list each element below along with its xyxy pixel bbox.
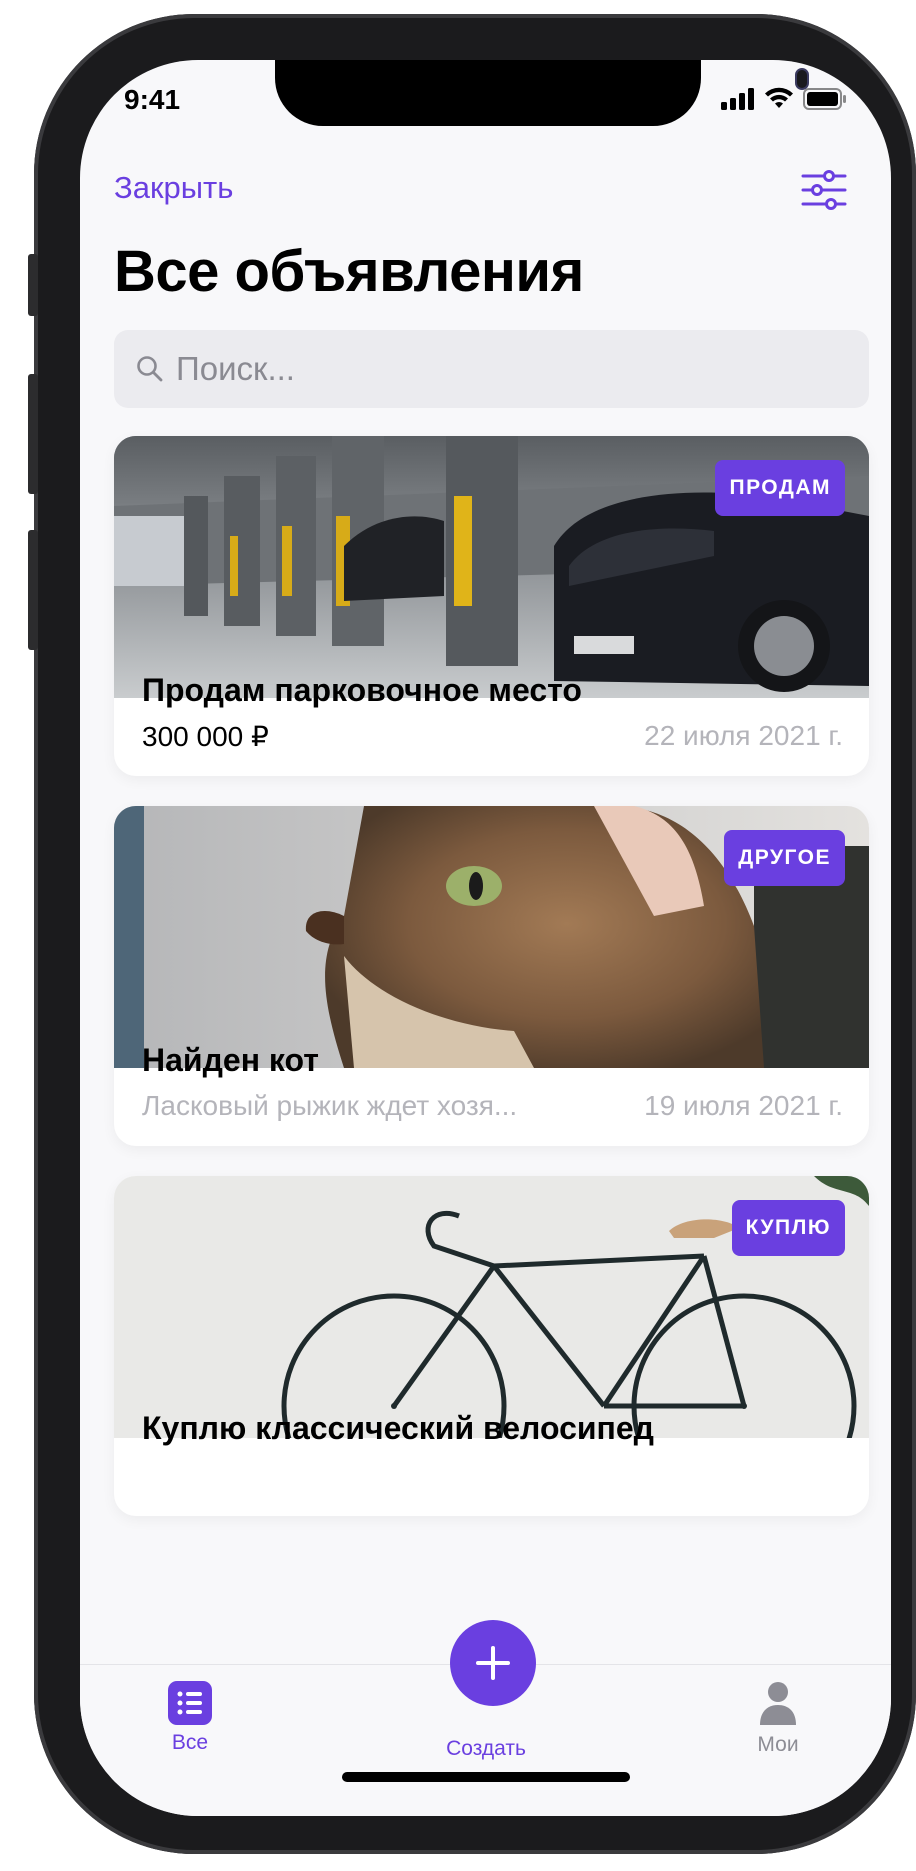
tab-all[interactable]: Все bbox=[120, 1681, 260, 1755]
listing-card[interactable]: ДРУГОЕ Найден кот Ласковый рыжик ждет хо… bbox=[114, 806, 869, 1146]
silent-switch bbox=[28, 254, 38, 316]
tab-label: Все bbox=[171, 1731, 209, 1754]
category-badge: КУПЛЮ bbox=[731, 1200, 845, 1256]
close-button[interactable]: Закрыть bbox=[114, 170, 233, 206]
status-time: 9:41 bbox=[124, 84, 181, 115]
search-placeholder: Поиск... bbox=[176, 350, 295, 387]
create-button[interactable] bbox=[450, 1620, 536, 1706]
person-icon bbox=[760, 1682, 796, 1725]
wifi-icon bbox=[765, 87, 793, 108]
filter-sliders-icon bbox=[801, 170, 847, 210]
listing-description: Ласковый рыжик ждет хозя... bbox=[142, 1090, 518, 1121]
status-icons bbox=[721, 86, 847, 110]
listing-price: 300 000 ₽ bbox=[142, 721, 269, 752]
cat-photo: ДРУГОЕ bbox=[114, 806, 869, 1068]
listing-date: 19 июля 2021 г. bbox=[644, 1090, 843, 1121]
category-badge: ДРУГОЕ bbox=[724, 830, 845, 886]
tab-label: Создать bbox=[446, 1737, 526, 1760]
tab-create[interactable]: Создать bbox=[416, 1731, 556, 1761]
category-badge: ПРОДАМ bbox=[715, 460, 845, 516]
listing-date: 22 июля 2021 г. bbox=[644, 720, 843, 751]
tab-label: Мои bbox=[757, 1733, 799, 1756]
home-indicator[interactable] bbox=[342, 1772, 630, 1782]
volume-up-button bbox=[28, 374, 38, 494]
list-icon bbox=[168, 1681, 212, 1725]
listing-card[interactable]: КУПЛЮ Куплю классический велосипед bbox=[114, 1176, 869, 1516]
notch bbox=[275, 60, 809, 126]
search-input[interactable]: Поиск... bbox=[114, 330, 869, 408]
search-icon bbox=[137, 356, 163, 382]
screen: 9:41 Закрыть Все объявления Поиск... ПРО… bbox=[80, 60, 891, 1816]
volume-down-button bbox=[28, 530, 38, 650]
parking-garage-photo: ПРОДАМ bbox=[114, 436, 869, 698]
listing-title: Куплю классический велосипед bbox=[142, 1410, 654, 1446]
tab-mine[interactable]: Мои bbox=[708, 1681, 848, 1757]
filter-button[interactable] bbox=[801, 168, 847, 212]
listing-card[interactable]: ПРОДАМ Продам парковочное место 300 000 … bbox=[114, 436, 869, 776]
battery-icon bbox=[803, 88, 846, 110]
signal-icon bbox=[721, 88, 754, 110]
listing-title: Найден кот bbox=[142, 1042, 319, 1078]
listing-title: Продам парковочное место bbox=[142, 672, 582, 708]
bicycle-photo: КУПЛЮ bbox=[114, 1176, 869, 1438]
page-title: Все объявления bbox=[114, 239, 584, 304]
plus-icon bbox=[476, 1646, 510, 1680]
